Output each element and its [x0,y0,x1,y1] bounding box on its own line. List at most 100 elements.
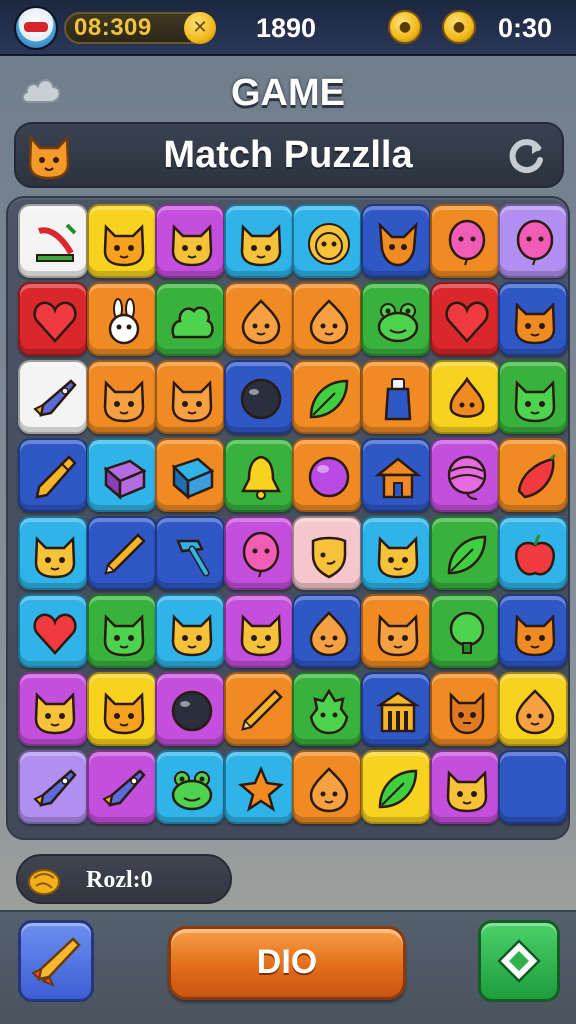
cat-icon [377,536,419,579]
house-icon [374,457,422,499]
leaf-icon [310,379,349,419]
crystal-icon [35,455,77,499]
balloon-icon [516,219,554,266]
game-tile[interactable] [223,282,294,356]
timer-value: 0:30 [498,13,553,43]
game-tile[interactable] [86,516,157,590]
game-tile[interactable] [86,438,157,512]
game-tile[interactable] [292,282,363,356]
game-tile[interactable] [155,672,226,746]
game-tile[interactable] [155,594,226,668]
game-tile[interactable] [292,516,363,590]
close-coin-icon[interactable]: ✕ [184,12,216,44]
game-tile[interactable] [292,204,363,278]
game-tile[interactable] [223,594,294,668]
game-tile[interactable] [18,750,88,824]
game-tile[interactable] [292,750,363,824]
cat-icon [514,614,556,657]
game-tile[interactable] [498,594,569,668]
game-tile[interactable] [18,516,88,590]
game-tile[interactable] [429,594,500,668]
game-tile[interactable] [498,750,569,824]
game-tile[interactable] [86,360,157,434]
gold-coin-icon[interactable]: ● [442,10,476,44]
bush-icon [171,306,214,339]
game-tile[interactable] [18,282,88,356]
game-tile[interactable] [429,360,500,434]
game-tile[interactable] [292,438,363,512]
leaf-icon [447,535,486,575]
game-tile[interactable] [498,282,569,356]
game-tile[interactable] [361,438,431,512]
diamond-button[interactable] [478,920,560,1002]
game-tile[interactable] [155,282,226,356]
game-tile[interactable] [361,282,431,356]
game-tile[interactable] [86,204,157,278]
onion-icon [449,376,484,418]
cat-icon [34,536,76,579]
game-tile[interactable] [18,204,88,278]
game-tile[interactable] [155,438,226,512]
yarn-icon [447,455,486,500]
game-tile[interactable] [155,516,226,590]
refresh-icon[interactable] [504,134,548,178]
game-tile[interactable] [498,516,569,590]
info-value: Rozl:0 [86,867,153,893]
ball-icon [171,690,213,732]
game-tile[interactable] [429,282,500,356]
game-tile[interactable] [429,516,500,590]
game-tile[interactable] [223,360,294,434]
rocket-booster-button[interactable] [18,920,94,1002]
game-tile[interactable] [86,594,157,668]
game-tile[interactable] [86,750,157,824]
game-tile[interactable] [223,750,294,824]
game-tile[interactable] [498,204,569,278]
diamond-icon [497,939,541,983]
hammer-icon [176,539,210,577]
game-tile[interactable] [429,204,500,278]
game-tile[interactable] [223,438,294,512]
game-tile[interactable] [155,750,226,824]
game-tile[interactable] [86,672,157,746]
game-tile[interactable] [429,438,500,512]
game-tile[interactable] [18,672,88,746]
game-tile[interactable] [223,516,294,590]
game-tile[interactable] [361,360,431,434]
game-tile[interactable] [155,204,226,278]
cat-icon [514,302,556,345]
level-name: Match Puzzlla [163,134,413,176]
chili-icon [517,453,557,499]
cat-icon [171,380,213,423]
game-tile[interactable] [429,750,500,824]
tree-icon [449,611,484,654]
gold-coin-icon[interactable]: ● [388,10,422,44]
game-tile[interactable] [18,438,88,512]
main-action-button[interactable]: DIO [168,926,406,1000]
game-tile[interactable] [292,672,363,746]
game-tile[interactable] [498,672,569,746]
cat-icon [103,692,144,735]
game-tile[interactable] [498,438,569,512]
game-tile[interactable] [361,672,431,746]
game-tile[interactable] [86,282,157,356]
game-tile[interactable] [361,516,431,590]
game-tile[interactable] [429,672,500,746]
game-tile[interactable] [223,204,294,278]
cat-icon [171,224,213,267]
game-tile[interactable] [361,594,431,668]
game-tile[interactable] [361,204,431,278]
game-tile[interactable] [223,672,294,746]
game-tile[interactable] [361,750,431,824]
dragon-icon [310,688,349,735]
heart-icon [33,613,77,655]
game-tile[interactable] [18,360,88,434]
game-tile[interactable] [292,594,363,668]
game-tile[interactable] [498,360,569,434]
game-tile[interactable] [155,360,226,434]
game-tile[interactable] [18,594,88,668]
game-tile[interactable] [292,360,363,434]
cat-icon [240,224,282,267]
orb-icon [309,456,350,498]
player-avatar[interactable] [14,6,58,50]
book-icon [103,459,147,500]
